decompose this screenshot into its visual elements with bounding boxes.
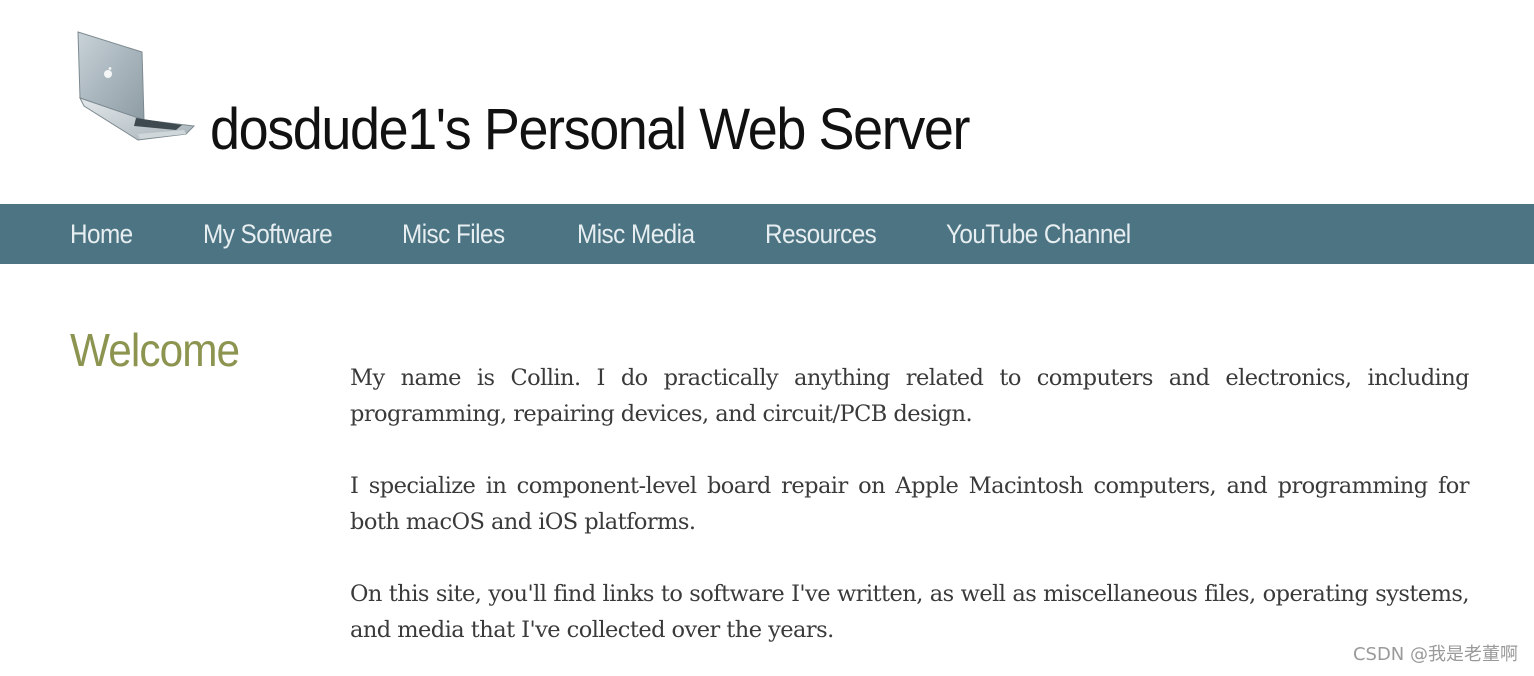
laptop-icon: [74, 30, 198, 142]
site-title: dosdude1's Personal Web Server: [210, 97, 970, 162]
site-overview-paragraph: On this site, you'll find links to softw…: [350, 581, 1470, 643]
nav-link-youtube-channel[interactable]: YouTube Channel: [946, 204, 1131, 264]
intro-paragraph: My name is Collin. I do practically anyt…: [350, 365, 1470, 427]
watermark: CSDN @我是老董啊: [1352, 644, 1518, 665]
nav-link-misc-media[interactable]: Misc Media: [577, 204, 695, 264]
page-heading: Welcome: [70, 324, 240, 376]
site-header: dosdude1's Personal Web Server: [0, 0, 1534, 204]
nav-link-misc-files[interactable]: Misc Files: [402, 204, 505, 264]
nav-link-home[interactable]: Home: [70, 204, 133, 264]
nav-link-resources[interactable]: Resources: [765, 204, 877, 264]
specialty-paragraph: I specialize in component-level board re…: [350, 473, 1470, 535]
nav-link-my-software[interactable]: My Software: [203, 204, 333, 264]
main-navigation: Home My Software Misc Files Misc Media R…: [0, 204, 1534, 264]
main-content: My name is Collin. I do practically anyt…: [350, 360, 1470, 676]
